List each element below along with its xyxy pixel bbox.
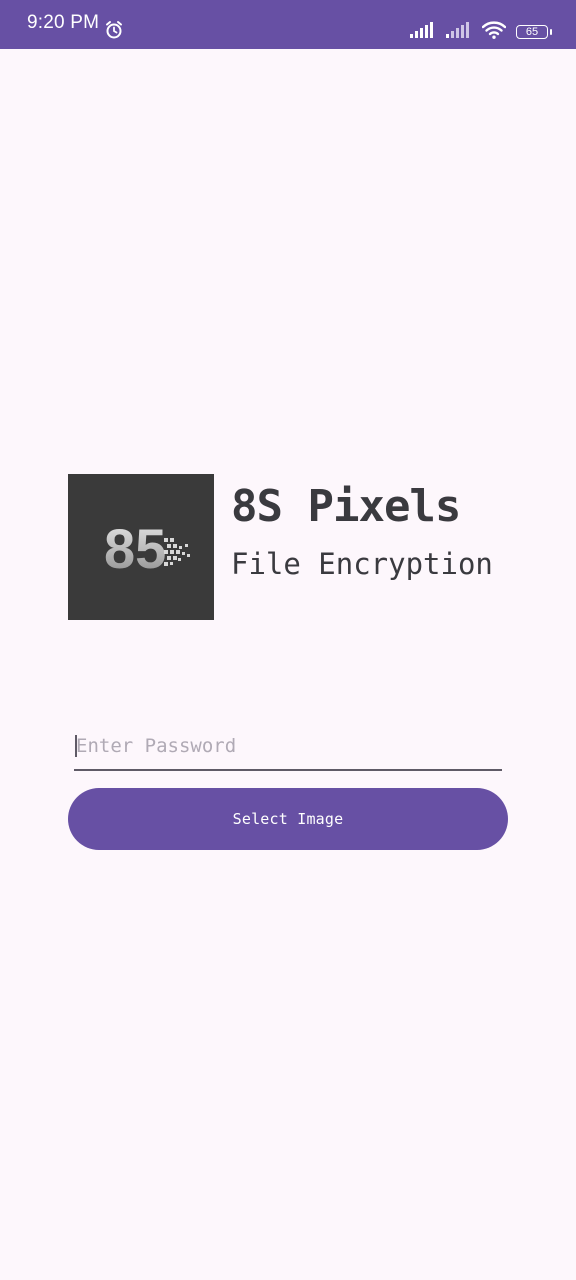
password-input[interactable] <box>74 726 506 766</box>
alarm-icon <box>104 20 124 44</box>
app-title: 8S Pixels <box>231 481 461 532</box>
signal-icon <box>410 22 436 42</box>
app-subtitle: File Encryption <box>231 547 493 581</box>
signal-icon-secondary <box>446 22 472 42</box>
logo-text: 85 <box>104 517 166 580</box>
status-bar: 9:20 PM 65 <box>0 0 576 49</box>
select-image-button[interactable]: Select Image <box>68 788 508 850</box>
app-logo: 85 <box>68 474 214 620</box>
status-time: 9:20 PM <box>27 12 100 33</box>
battery-level: 65 <box>525 26 539 38</box>
password-field[interactable] <box>74 726 506 771</box>
status-icons: 65 <box>410 21 552 43</box>
text-cursor <box>75 735 77 757</box>
battery-icon: 65 <box>516 25 552 39</box>
wifi-icon <box>481 21 507 43</box>
